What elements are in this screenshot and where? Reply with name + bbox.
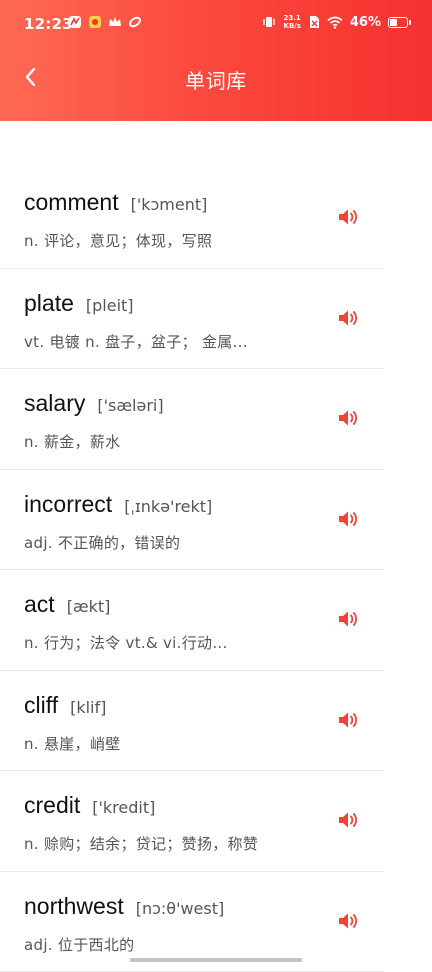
word-list-item[interactable]: salary ['sæləri] n. 薪金，薪水 bbox=[0, 369, 432, 470]
word-list-item[interactable]: credit ['kredit] n. 赊购；结余；贷记；赞扬，称赞 bbox=[0, 771, 432, 872]
home-indicator[interactable] bbox=[130, 958, 302, 962]
word-heading: cliff [klif] bbox=[24, 692, 106, 719]
word-heading: incorrect [ˌɪnkə'rekt] bbox=[24, 491, 212, 518]
status-right: 23.1 KB/s 46% bbox=[262, 14, 408, 30]
crown-icon bbox=[108, 15, 122, 29]
wifi-icon bbox=[327, 16, 343, 29]
link-app-icon bbox=[128, 15, 142, 29]
vibrate-icon bbox=[262, 15, 276, 29]
battery-level-fill bbox=[390, 19, 397, 26]
notification-icons bbox=[68, 15, 142, 29]
word-phonetic: ['kredit] bbox=[92, 798, 155, 817]
word-heading: comment ['kɔment] bbox=[24, 189, 207, 216]
word-list-item[interactable]: cliff [klif] n. 悬崖，峭壁 bbox=[0, 671, 432, 772]
word-heading: act [ækt] bbox=[24, 591, 110, 618]
word-text: comment bbox=[24, 189, 119, 216]
word-meaning: adj. 位于西北的 bbox=[24, 934, 134, 955]
word-text: plate bbox=[24, 290, 74, 317]
word-phonetic: [ˌɪnkə'rekt] bbox=[124, 497, 212, 516]
network-speed-unit: KB/s bbox=[283, 22, 300, 30]
word-heading: salary ['sæləri] bbox=[24, 390, 164, 417]
speaker-icon[interactable] bbox=[337, 307, 359, 329]
word-heading: northwest [nɔ:θ'west] bbox=[24, 893, 224, 920]
word-meaning: n. 行为；法令 vt.& vi.行动... bbox=[24, 632, 228, 653]
word-list-item[interactable]: comment ['kɔment] n. 评论，意见；体现，写照 bbox=[0, 168, 432, 269]
network-speed: 23.1 KB/s bbox=[283, 14, 300, 30]
speaker-icon[interactable] bbox=[337, 910, 359, 932]
status-bar: 12:23 23.1 KB/s bbox=[0, 0, 432, 52]
game-app-icon bbox=[88, 15, 102, 29]
speaker-icon[interactable] bbox=[337, 809, 359, 831]
network-speed-value: 23.1 bbox=[283, 14, 300, 22]
page-title: 单词库 bbox=[0, 65, 432, 94]
word-meaning: vt. 电镀 n. 盘子，盆子； 金属... bbox=[24, 331, 248, 352]
no-sim-icon bbox=[308, 15, 320, 29]
word-list: comment ['kɔment] n. 评论，意见；体现，写照 plate [plei… bbox=[0, 168, 432, 972]
word-heading: credit ['kredit] bbox=[24, 792, 155, 819]
speaker-icon[interactable] bbox=[337, 508, 359, 530]
nav-bar: 单词库 bbox=[0, 52, 432, 108]
word-meaning: n. 悬崖，峭壁 bbox=[24, 733, 120, 754]
map-app-icon bbox=[68, 15, 82, 29]
word-list-item[interactable]: act [ækt] n. 行为；法令 vt.& vi.行动... bbox=[0, 570, 432, 671]
word-text: cliff bbox=[24, 692, 58, 719]
word-list-item[interactable]: plate [pleit] vt. 电镀 n. 盘子，盆子； 金属... bbox=[0, 269, 432, 370]
battery-percentage: 46% bbox=[350, 15, 381, 30]
word-text: incorrect bbox=[24, 491, 112, 518]
word-heading: plate [pleit] bbox=[24, 290, 134, 317]
word-meaning: n. 薪金，薪水 bbox=[24, 431, 120, 452]
battery-icon bbox=[388, 17, 408, 28]
word-phonetic: [nɔ:θ'west] bbox=[136, 899, 225, 918]
word-phonetic: [pleit] bbox=[86, 296, 134, 315]
word-phonetic: [klif] bbox=[70, 698, 106, 717]
speaker-icon[interactable] bbox=[337, 206, 359, 228]
word-text: northwest bbox=[24, 893, 124, 920]
word-meaning: n. 赊购；结余；贷记；赞扬，称赞 bbox=[24, 833, 258, 854]
word-phonetic: ['kɔment] bbox=[131, 195, 208, 214]
word-text: credit bbox=[24, 792, 80, 819]
word-meaning: n. 评论，意见；体现，写照 bbox=[24, 230, 212, 251]
speaker-icon[interactable] bbox=[337, 709, 359, 731]
word-phonetic: [ækt] bbox=[67, 597, 111, 616]
status-time: 12:23 bbox=[24, 15, 73, 33]
word-meaning: adj. 不正确的，错误的 bbox=[24, 532, 180, 553]
word-text: salary bbox=[24, 390, 85, 417]
speaker-icon[interactable] bbox=[337, 407, 359, 429]
speaker-icon[interactable] bbox=[337, 608, 359, 630]
word-text: act bbox=[24, 591, 55, 618]
app-header: 12:23 23.1 KB/s bbox=[0, 0, 432, 121]
word-phonetic: ['sæləri] bbox=[97, 396, 163, 415]
word-list-item[interactable]: incorrect [ˌɪnkə'rekt] adj. 不正确的，错误的 bbox=[0, 470, 432, 571]
word-list-item[interactable]: northwest [nɔ:θ'west]adj. 位于西北的 bbox=[0, 872, 432, 972]
